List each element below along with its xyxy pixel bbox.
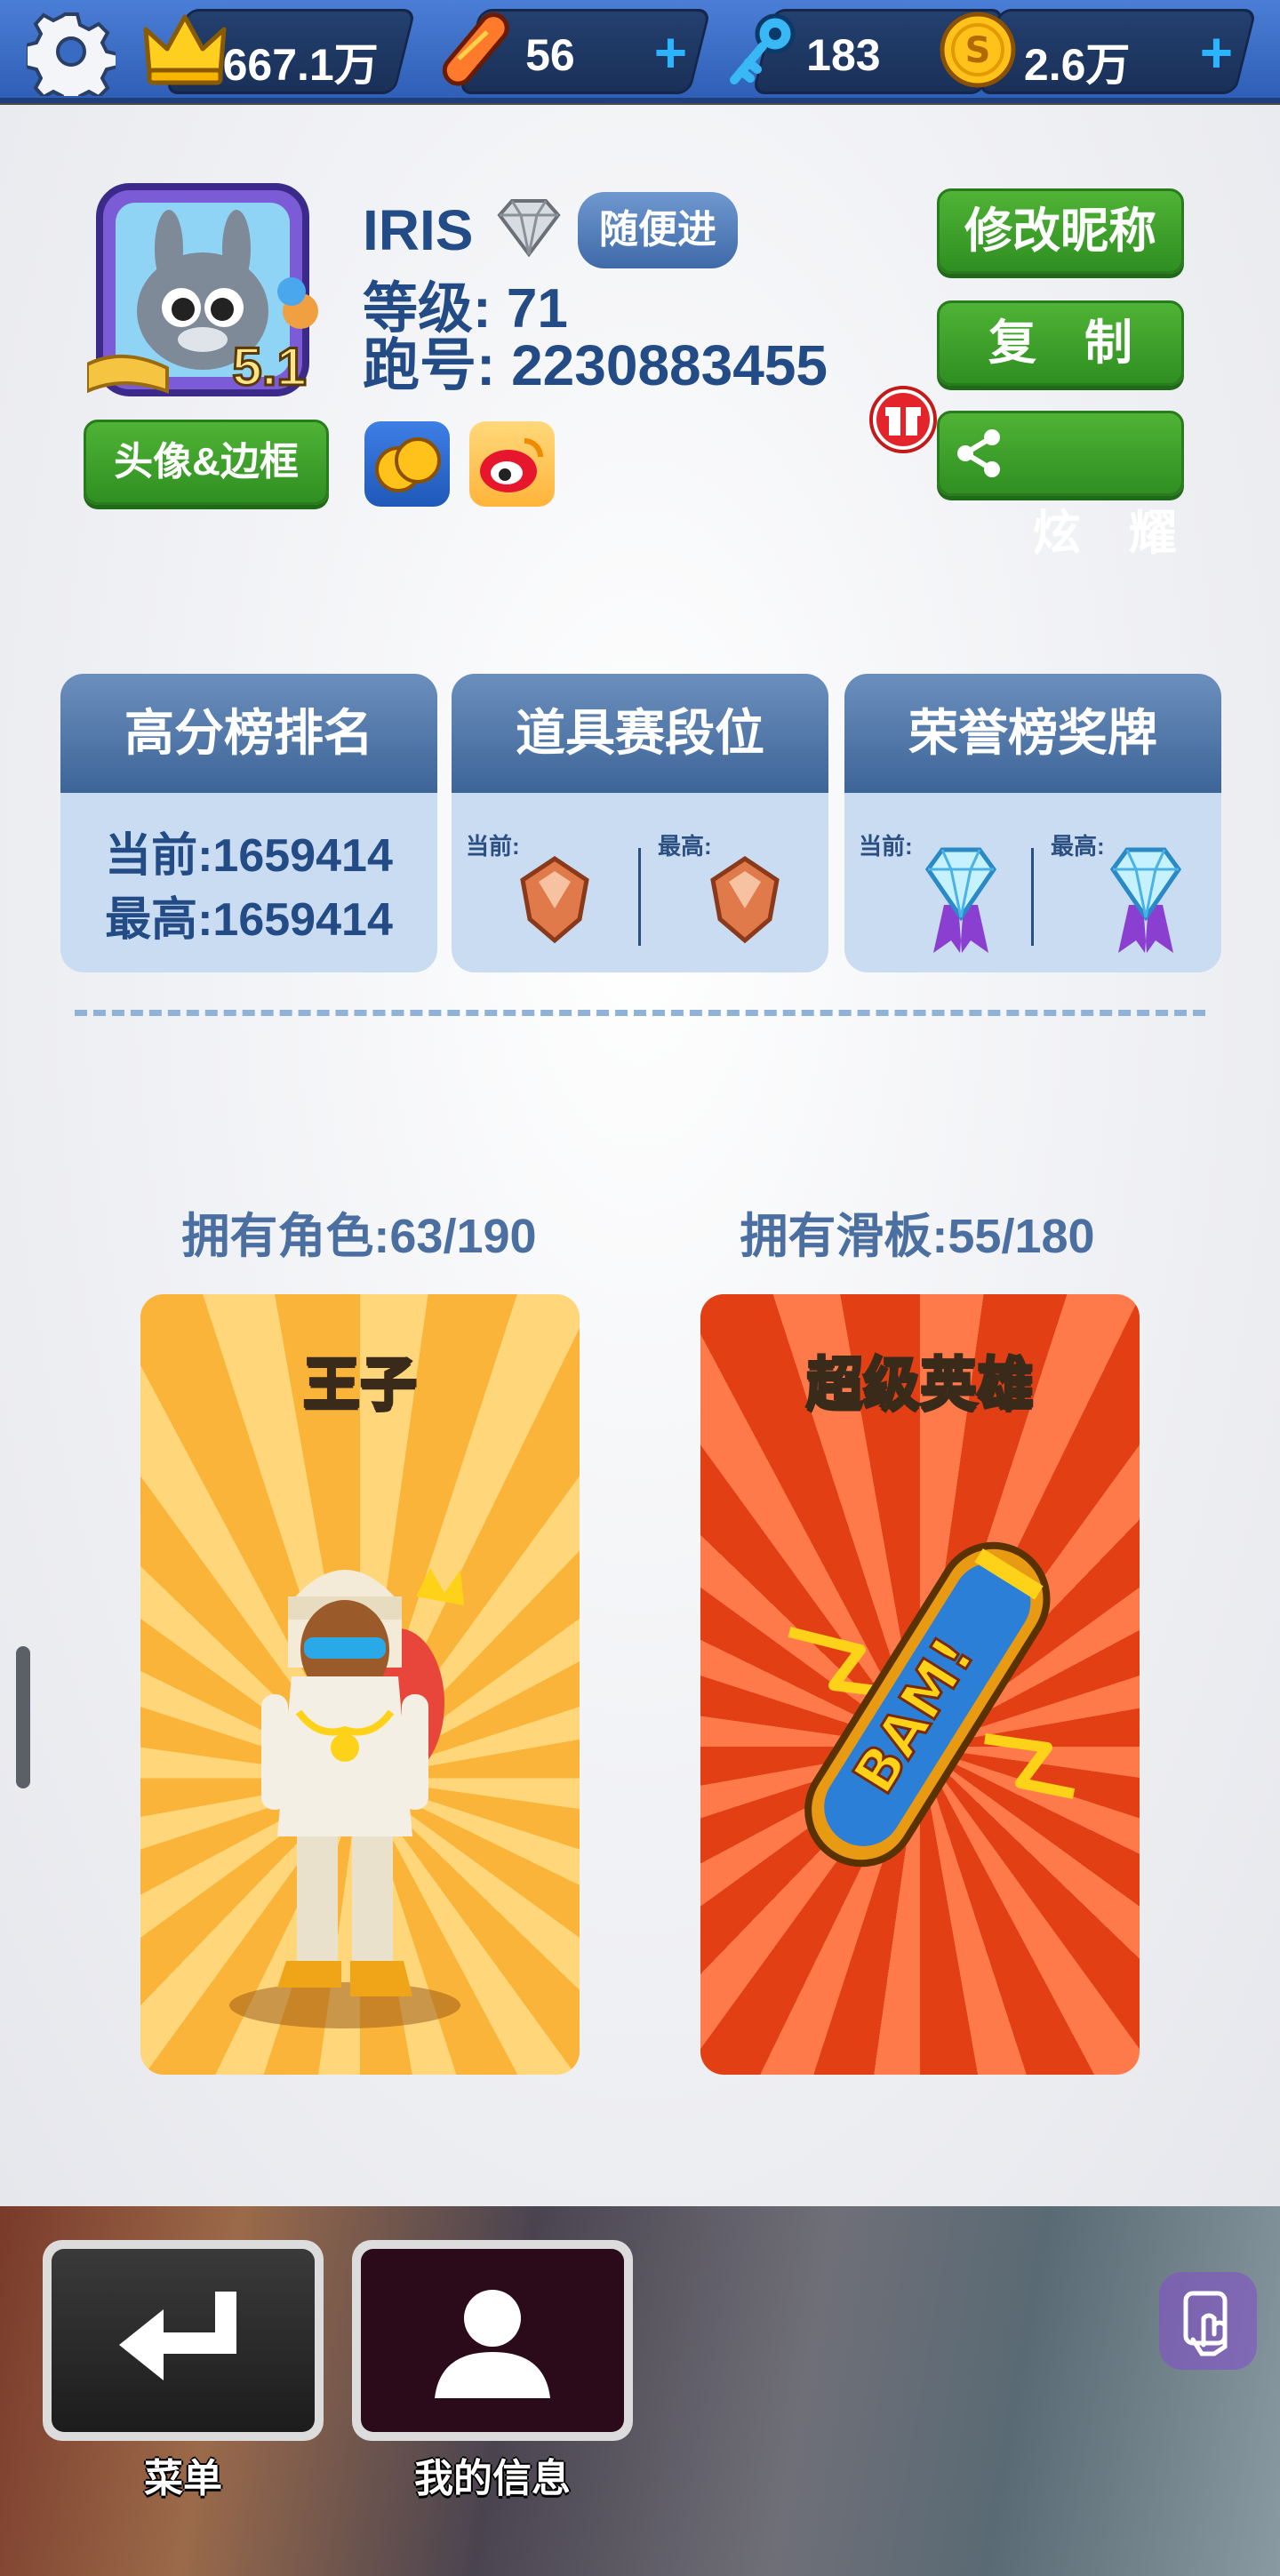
share-icon — [951, 425, 1008, 482]
add-coins-plus-icon[interactable]: + — [1199, 20, 1232, 84]
characters-owned-label: 拥有角色:63/190 — [181, 1210, 537, 1263]
diamond-medal-icon-best — [1106, 843, 1186, 961]
add-hoverboard-plus-icon[interactable]: + — [653, 20, 686, 84]
scrollbar[interactable] — [16, 1646, 30, 1788]
item-tier-current-label: 当前: — [466, 833, 520, 860]
casual-badge[interactable]: 随便进 — [578, 192, 738, 268]
copy-button[interactable]: 复 制 — [937, 300, 1184, 386]
user-icon — [435, 2290, 550, 2398]
divider — [638, 848, 641, 946]
bronze-tier-icon-best — [704, 855, 786, 948]
coin-social-icon[interactable] — [364, 421, 450, 507]
hoverboard-figure: BAM! — [788, 1541, 1076, 1868]
character-showcase-card[interactable]: 王子 — [140, 1294, 580, 2075]
boards-owned-label: 拥有滑板:55/180 — [740, 1210, 1095, 1263]
board-showcase-card[interactable]: 超级英雄 BAM! — [700, 1294, 1140, 2075]
leaderboard-current: 当前:1659414 — [105, 830, 393, 882]
my-info-button[interactable] — [352, 2240, 633, 2441]
diamond-medal-icon-current — [921, 843, 1001, 961]
crown-icon — [139, 4, 231, 96]
dashed-divider — [75, 1010, 1205, 1016]
avatar-frame-button[interactable]: 头像&边框 — [84, 420, 329, 505]
share-button-label: 炫 耀 — [1033, 507, 1177, 560]
coin-icon: S — [932, 4, 1024, 96]
rename-button[interactable]: 修改昵称 — [937, 188, 1184, 274]
item-tier-card-title: 道具赛段位 — [452, 674, 828, 793]
honor-best-label: 最高: — [1051, 833, 1105, 860]
gear-icon[interactable] — [25, 5, 117, 98]
bronze-tier-icon-current — [514, 855, 596, 948]
divider — [1031, 848, 1034, 946]
return-arrow-icon — [119, 2292, 236, 2380]
weibo-icon[interactable] — [469, 421, 555, 507]
menu-button[interactable] — [43, 2240, 324, 2441]
hoverboard-icon — [430, 4, 523, 96]
avatar-badge: 5.1 — [231, 336, 308, 398]
diamond-rank-icon — [494, 196, 564, 260]
item-tier-card[interactable]: 道具赛段位 当前: 最高: — [452, 674, 828, 972]
my-info-label: 我的信息 — [414, 2457, 571, 2500]
menu-label: 菜单 — [144, 2457, 222, 2500]
top-currency-bar: 1667.1万 56 + 183 2.6万 + S — [0, 0, 1280, 103]
gift-icon[interactable] — [868, 384, 939, 455]
honor-card-title: 荣誉榜奖牌 — [844, 674, 1221, 793]
key-icon — [716, 4, 809, 96]
character-name: 王子 — [302, 1351, 419, 1418]
character-figure — [229, 1568, 464, 2028]
honor-medal-card[interactable]: 荣誉榜奖牌 当前: 最高: — [844, 674, 1221, 972]
honor-current-label: 当前: — [859, 833, 913, 860]
leaderboard-rank-card[interactable]: 高分榜排名 当前:1659414 最高:1659414 — [60, 674, 437, 972]
leaderboard-best: 最高:1659414 — [105, 894, 393, 946]
player-id: 跑号: 2230883455 — [363, 333, 828, 397]
board-name: 超级英雄 — [805, 1351, 1036, 1418]
avatar[interactable]: 5.1 — [85, 178, 332, 407]
svg-text:S: S — [965, 30, 991, 71]
assist-touch-icon[interactable] — [1159, 2272, 1257, 2370]
leaderboard-card-title: 高分榜排名 — [60, 674, 437, 793]
player-name: IRIS — [363, 198, 474, 262]
